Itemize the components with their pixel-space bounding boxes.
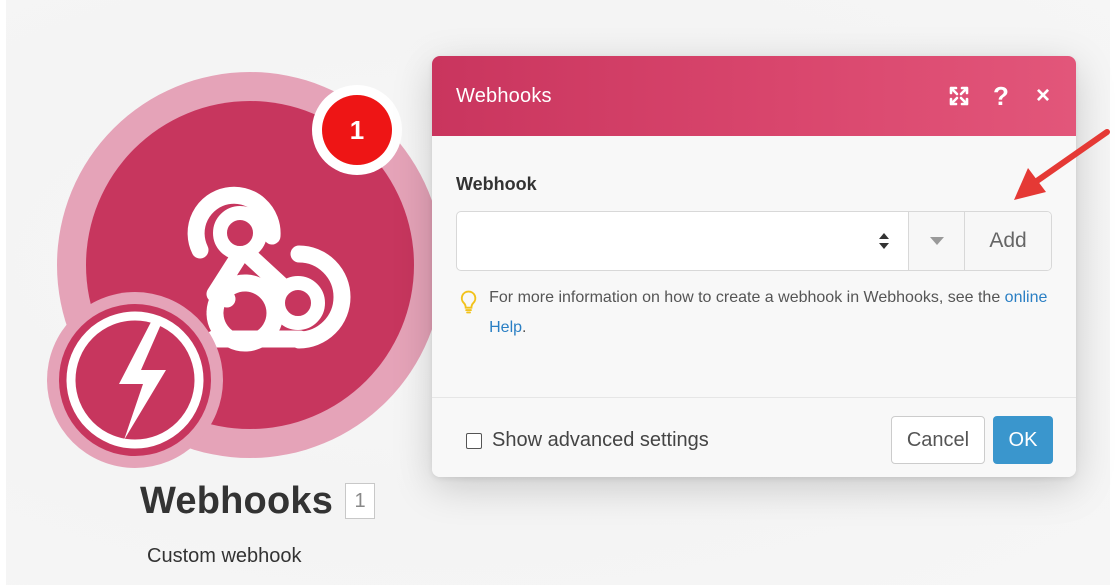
hint-text: For more information on how to create a … bbox=[489, 283, 1060, 343]
cancel-button[interactable]: Cancel bbox=[891, 416, 985, 464]
help-hint: For more information on how to create a … bbox=[460, 288, 1060, 343]
notification-count: 1 bbox=[349, 114, 365, 145]
header-tools: ? × bbox=[946, 82, 1056, 110]
hint-text-before: For more information on how to create a … bbox=[489, 289, 1005, 306]
chevron-down-icon bbox=[929, 237, 944, 245]
module-id-badge: 1 bbox=[345, 483, 376, 519]
webhooks-module[interactable]: 1 Webhooks 1 Custom webhook bbox=[0, 0, 440, 585]
hint-text-after: . bbox=[522, 319, 527, 336]
ok-button[interactable]: OK bbox=[993, 416, 1053, 464]
webhooks-dialog: Webhooks ? × Webhook Add For more inform… bbox=[432, 56, 1076, 477]
webhook-node-right bbox=[271, 276, 325, 330]
webhook-select[interactable] bbox=[457, 212, 909, 270]
add-button[interactable]: Add bbox=[965, 212, 1051, 270]
expand-icon[interactable] bbox=[946, 82, 972, 110]
help-icon[interactable]: ? bbox=[988, 82, 1014, 110]
frame-edge-right bbox=[1110, 0, 1116, 585]
module-title-row: Webhooks 1 bbox=[140, 480, 376, 522]
annotation-arrow-icon bbox=[1014, 129, 1110, 200]
advanced-settings-toggle[interactable]: Show advanced settings bbox=[466, 429, 709, 452]
dialog-footer: Show advanced settings Cancel OK bbox=[432, 398, 1076, 477]
module-name: Webhooks bbox=[140, 480, 334, 522]
lightbulb-icon bbox=[460, 290, 477, 314]
webhook-dropdown-button[interactable] bbox=[909, 212, 965, 270]
advanced-settings-checkbox[interactable] bbox=[466, 432, 482, 449]
webhook-node-top bbox=[213, 206, 267, 260]
select-sort-icon bbox=[879, 233, 889, 249]
webhook-field-label: Webhook bbox=[456, 174, 537, 194]
webhook-select-group: Add bbox=[456, 211, 1052, 271]
close-icon[interactable]: × bbox=[1030, 82, 1056, 110]
advanced-settings-label: Show advanced settings bbox=[492, 429, 709, 451]
dialog-header: Webhooks ? × bbox=[432, 56, 1076, 136]
module-subtitle: Custom webhook bbox=[147, 545, 302, 567]
dialog-title: Webhooks bbox=[456, 84, 552, 107]
